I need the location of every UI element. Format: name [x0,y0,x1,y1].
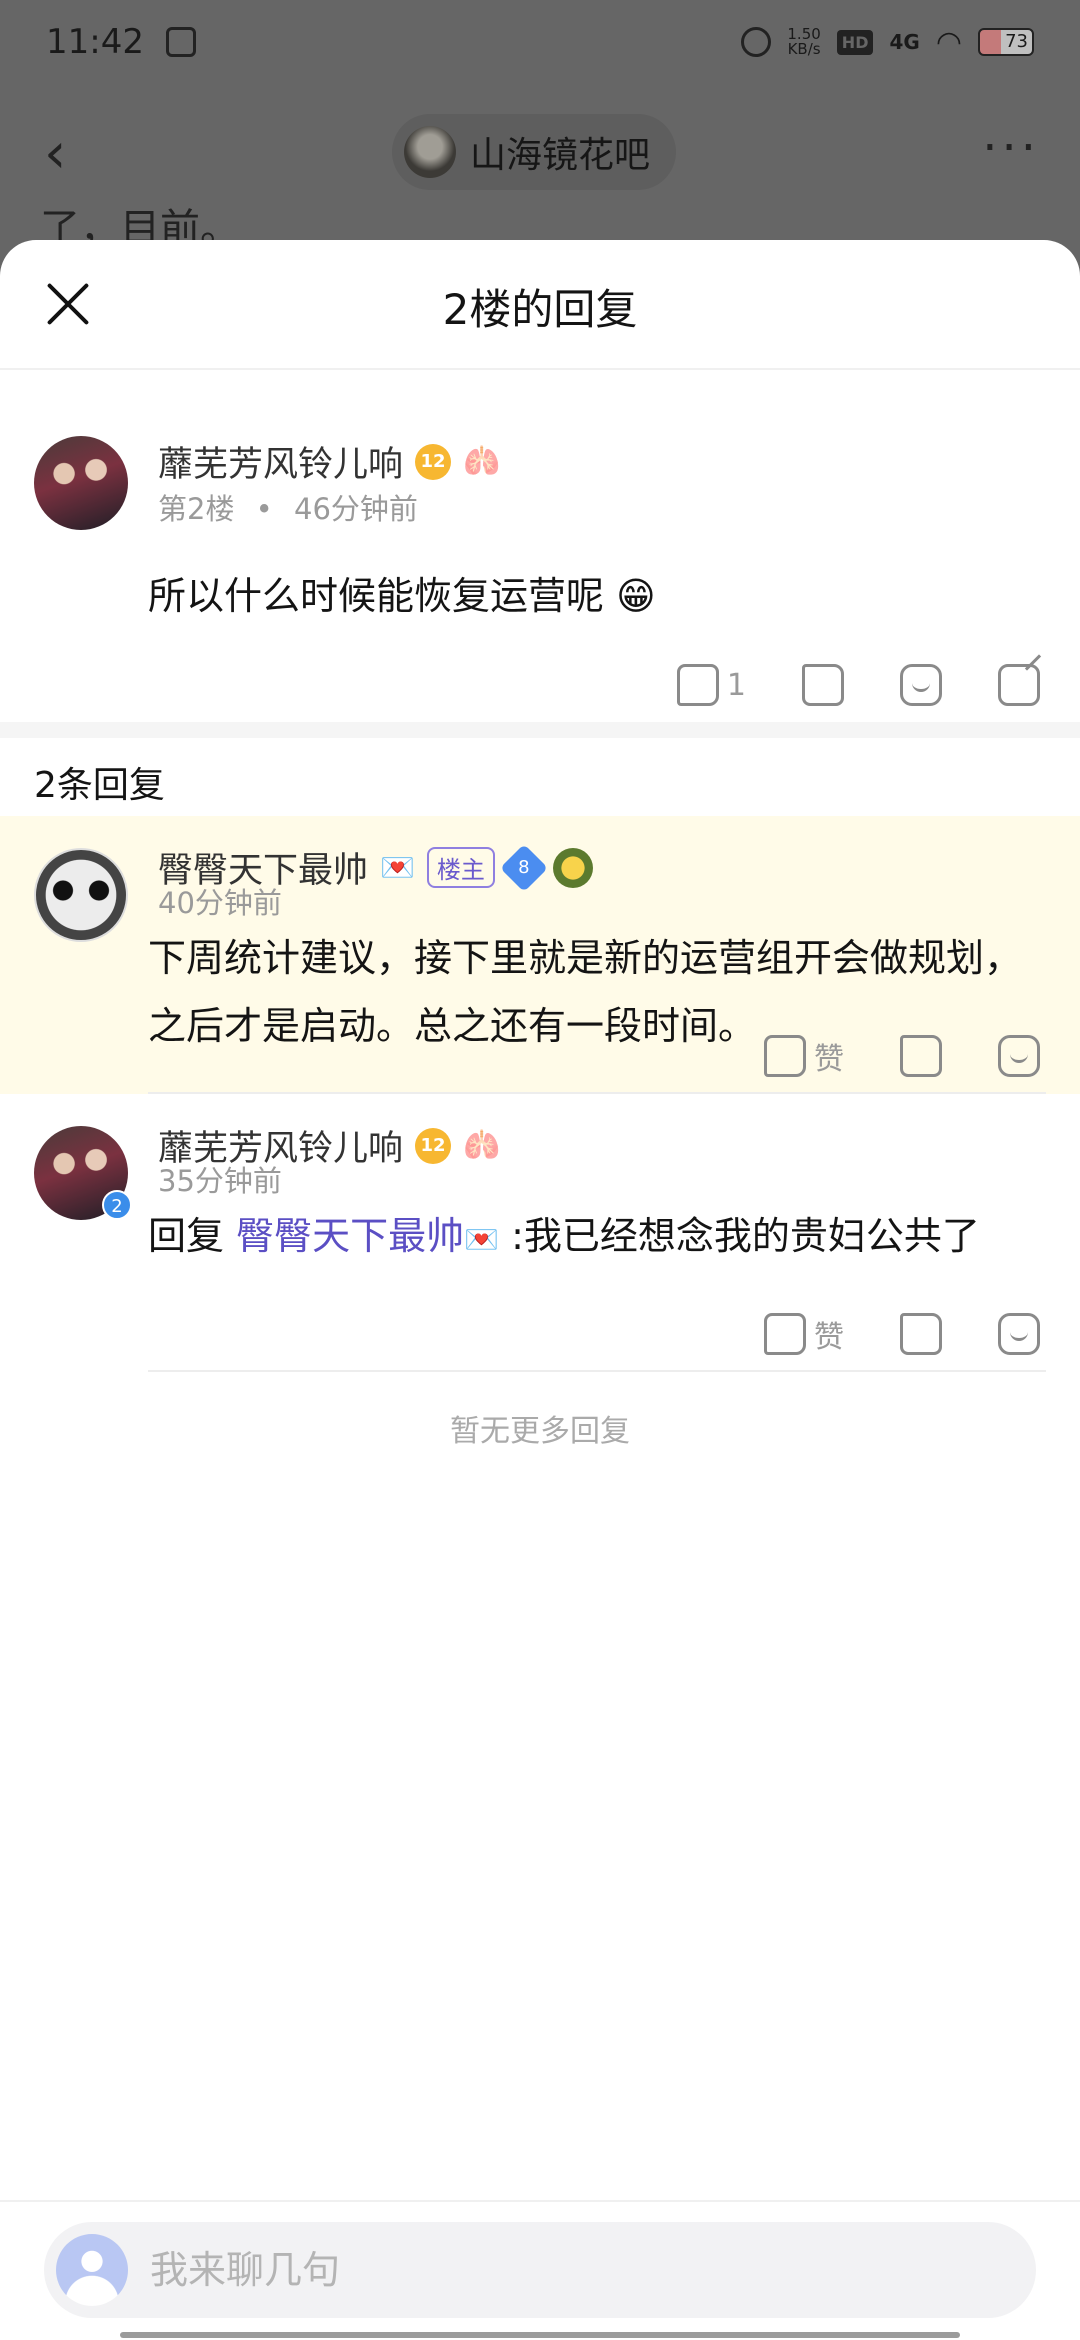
comment-input-pill[interactable] [44,2222,1036,2318]
avatar[interactable]: 2 [34,1126,132,1220]
post-time: 46分钟前 [294,492,418,526]
floor-number: 第2楼 [158,492,235,526]
comment-icon [998,1313,1040,1355]
love-letter-icon: 💌 [464,1223,499,1256]
signal-icon: 4G [889,30,920,54]
thumb-down-icon [900,1313,942,1355]
status-bar: 11:42 1.50 KB/s HD 4G ◠ 73 [0,0,1080,84]
reply-time: 40分钟前 [158,886,282,920]
wifi-icon: ◠ [935,24,962,60]
dislike-button[interactable] [802,664,844,706]
reply-time: 35分钟前 [158,1164,282,1198]
thumb-up-icon [764,1313,806,1355]
forum-pill[interactable]: 山海镜花吧 [392,114,677,190]
thumb-down-icon [900,1035,942,1077]
level-badge: 12 [415,1127,452,1164]
lungs-icon: 🫁 [463,444,501,479]
lungs-icon: 🫁 [463,1128,501,1163]
top-nav: ‹ 山海镜花吧 ··· [0,104,1080,200]
comment-icon [998,1035,1040,1077]
like-button[interactable]: 1 [676,664,746,706]
back-chevron-icon[interactable]: ‹ [44,126,66,182]
dislike-button[interactable] [900,1313,942,1355]
username[interactable]: 蘼芜芳风铃儿响 [158,436,403,487]
like-count: 1 [726,667,746,703]
avatar[interactable] [34,436,128,530]
reply-sheet: 2楼的回复 蘼芜芳风铃儿响 12 🫁 第2楼 • 46分钟前 所以什么时候能恢复… [0,240,1080,2340]
edit-button[interactable] [998,664,1040,706]
forum-avatar [404,126,456,178]
status-icons: 1.50 KB/s HD 4G ◠ 73 [741,25,1034,60]
sheet-header: 2楼的回复 [0,240,1080,370]
comment-button[interactable] [998,1035,1040,1077]
like-button[interactable]: 赞 [764,1034,844,1078]
reply-actions: 赞 [764,1034,1040,1078]
comment-button[interactable] [900,664,942,706]
like-label: 赞 [814,1320,844,1355]
reply-content: 回复 臀臀天下最帅💌 :我已经想念我的贵妇公共了 [148,1202,1050,1274]
medal-icon [552,847,593,888]
thumb-down-icon [802,664,844,706]
comment-input[interactable] [150,2248,950,2292]
level-badge: 12 [415,443,452,480]
network-speed: 1.50 KB/s [787,25,821,58]
like-label: 赞 [814,1042,844,1077]
user-avatar [56,2234,128,2306]
sheet-title: 2楼的回复 [442,285,638,334]
comment-button[interactable] [998,1313,1040,1355]
more-icon[interactable]: ··· [982,120,1040,176]
thumb-up-icon [764,1035,806,1077]
post-meta: 第2楼 • 46分钟前 [158,486,418,528]
avatar-badge: 2 [102,1190,132,1220]
tiktok-icon [165,27,196,57]
meta-dot: • [255,492,273,526]
post-content: 所以什么时候能恢复运营呢 😁 [148,574,656,618]
section-divider [0,722,1080,738]
comment-icon [900,664,942,706]
reply-prefix: 回复 [148,1214,225,1258]
level-gem-icon: 8 [499,843,548,892]
reply-actions: 赞 [764,1312,1040,1356]
reply-divider [148,1092,1046,1094]
author-row: 蘼芜芳风铃儿响 12 🫁 [158,436,500,487]
love-letter-icon: 💌 [380,851,415,884]
clock: 11:42 [46,22,144,62]
gesture-bar[interactable] [120,2332,960,2338]
thumb-up-icon [676,664,719,706]
battery-icon: 73 [978,28,1034,56]
post-actions: 1 [676,664,1040,706]
hd-icon: HD [836,29,874,55]
like-button[interactable]: 赞 [764,1312,844,1356]
no-more-replies: 暂无更多回复 [450,1414,630,1449]
reply-divider [148,1370,1046,1372]
dislike-button[interactable] [900,1035,942,1077]
edit-icon [998,664,1040,706]
owner-tag: 楼主 [426,847,495,888]
reply-text: :我已经想念我的贵妇公共了 [511,1214,980,1258]
comment-bar [0,2200,1080,2340]
replies-count: 2条回复 [34,765,165,806]
mention-link[interactable]: 臀臀天下最帅 [236,1214,464,1258]
forum-name: 山海镜花吧 [470,135,651,176]
alarm-icon [741,27,772,57]
avatar[interactable] [34,848,128,942]
